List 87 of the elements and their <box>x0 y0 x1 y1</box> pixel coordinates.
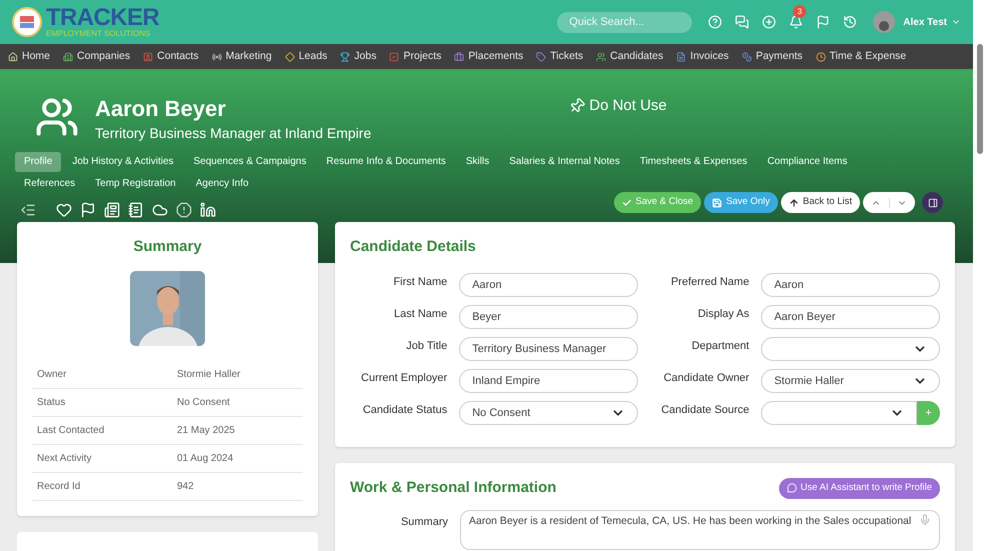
field-label: Candidate Status <box>362 403 448 418</box>
text-field[interactable]: Beyer <box>459 305 638 329</box>
select-field[interactable] <box>761 337 940 361</box>
summary-value: 01 Aug 2024 <box>177 452 234 466</box>
tab[interactable]: Sequences & Campaigns <box>184 152 316 172</box>
text-field[interactable]: Aaron <box>459 273 638 297</box>
history-icon[interactable] <box>843 15 858 29</box>
text-field[interactable]: Territory Business Manager <box>459 337 638 361</box>
text-field[interactable]: Aaron Beyer <box>761 305 940 329</box>
arrow-up-icon <box>788 198 799 208</box>
bell-icon[interactable] <box>789 15 804 29</box>
logo-icon <box>12 7 42 37</box>
select-field[interactable]: Stormie Haller <box>761 369 940 393</box>
summary-label: Next Activity <box>37 452 92 466</box>
brand-tagline: EMPLOYMENT SOLUTIONS <box>46 30 152 38</box>
document-icon[interactable] <box>104 202 120 218</box>
summary-label: Record Id <box>37 480 82 494</box>
field-label: Summary <box>400 514 448 530</box>
summary-label: Owner <box>37 368 68 382</box>
summary-value: 21 May 2025 <box>177 424 235 438</box>
side-panel-icon <box>928 198 938 208</box>
nav-item[interactable]: Time & Expense <box>816 48 906 64</box>
field-label: Preferred Name <box>670 275 750 290</box>
card-title: Work & Personal Information <box>350 478 556 498</box>
nav-item[interactable]: Tickets <box>536 48 584 64</box>
notes-icon[interactable] <box>128 202 144 218</box>
field-label: Last Name <box>393 307 448 322</box>
summary-value: No Consent <box>177 396 230 410</box>
chat-icon <box>786 483 797 494</box>
field-label: Display As <box>696 307 750 322</box>
heart-icon[interactable] <box>56 202 72 218</box>
nav-item[interactable]: Leads <box>284 48 328 64</box>
ai-assistant-button[interactable]: Use AI Assistant to write Profile <box>778 478 940 499</box>
nav-item[interactable]: Projects <box>389 48 442 64</box>
summary-field[interactable]: Aaron Beyer is a resident of Temecula, CA, US. He has been working in the Sales occupational <box>460 510 940 550</box>
help-icon[interactable] <box>708 15 722 29</box>
check-icon <box>622 198 632 208</box>
action-button[interactable]: Back to List <box>780 192 860 213</box>
panel-toggle-button[interactable] <box>922 192 943 213</box>
select-field[interactable] <box>761 401 917 425</box>
nav-item[interactable]: Jobs <box>340 48 376 64</box>
nav-item[interactable]: Contacts <box>143 48 199 64</box>
nav-item[interactable]: Marketing <box>212 48 272 64</box>
summary-value: Stormie Haller <box>177 368 240 382</box>
nav-item[interactable]: Candidates <box>596 48 664 64</box>
tab[interactable]: Salaries & Internal Notes <box>500 152 629 172</box>
text-field[interactable]: Aaron <box>761 273 940 297</box>
tab[interactable]: Skills <box>456 152 498 172</box>
card-title: Summary <box>132 236 203 256</box>
candidate-name: Aaron Beyer <box>95 95 227 122</box>
summary-label: Status <box>37 396 66 410</box>
nav-item[interactable]: Invoices <box>676 48 729 64</box>
tab[interactable]: Job History & Activities <box>63 152 183 172</box>
user-avatar[interactable] <box>873 11 896 33</box>
tab[interactable]: References <box>15 174 84 194</box>
linkedin-icon[interactable] <box>200 202 216 218</box>
field-label: Candidate Source <box>660 403 750 418</box>
nav-item[interactable]: Companies <box>63 48 130 64</box>
select-field[interactable]: No Consent <box>459 401 638 425</box>
text-field[interactable]: Inland Empire <box>459 369 638 393</box>
card-title: Candidate Details <box>350 236 477 256</box>
tab[interactable]: Timesheets & Expenses <box>630 152 756 172</box>
nav-item[interactable]: Placements <box>454 48 524 64</box>
field-label: Current Employer <box>360 371 448 386</box>
field-label: First Name <box>392 275 448 290</box>
tab[interactable]: Temp Registration <box>86 174 185 194</box>
notification-badge: 3 <box>793 5 806 18</box>
add-icon[interactable] <box>762 15 776 29</box>
tab[interactable]: Agency Info <box>186 174 258 194</box>
summary-label: Last Contacted <box>37 424 106 438</box>
brand-name: TRACKER <box>46 6 160 30</box>
flag-icon[interactable] <box>80 202 96 218</box>
nav-item[interactable]: Home <box>8 48 50 64</box>
tab[interactable]: Compliance Items <box>758 152 856 172</box>
summary-value: 942 <box>177 480 194 494</box>
cloud-icon[interactable] <box>152 202 168 218</box>
candidate-subtitle: Territory Business Manager at Inland Empire <box>95 124 372 143</box>
tab[interactable]: Resume Info & Documents <box>317 152 455 172</box>
field-label: Job Title <box>405 339 448 354</box>
field-label: Department <box>690 339 750 354</box>
nav-item[interactable]: Payments <box>742 48 802 64</box>
field-label: Candidate Owner <box>662 371 750 386</box>
alert-icon[interactable] <box>176 202 192 218</box>
status-label: Do Not Use <box>589 96 667 116</box>
chat-icon[interactable] <box>735 15 750 29</box>
indent-icon[interactable] <box>20 202 36 218</box>
save-icon <box>712 198 722 208</box>
